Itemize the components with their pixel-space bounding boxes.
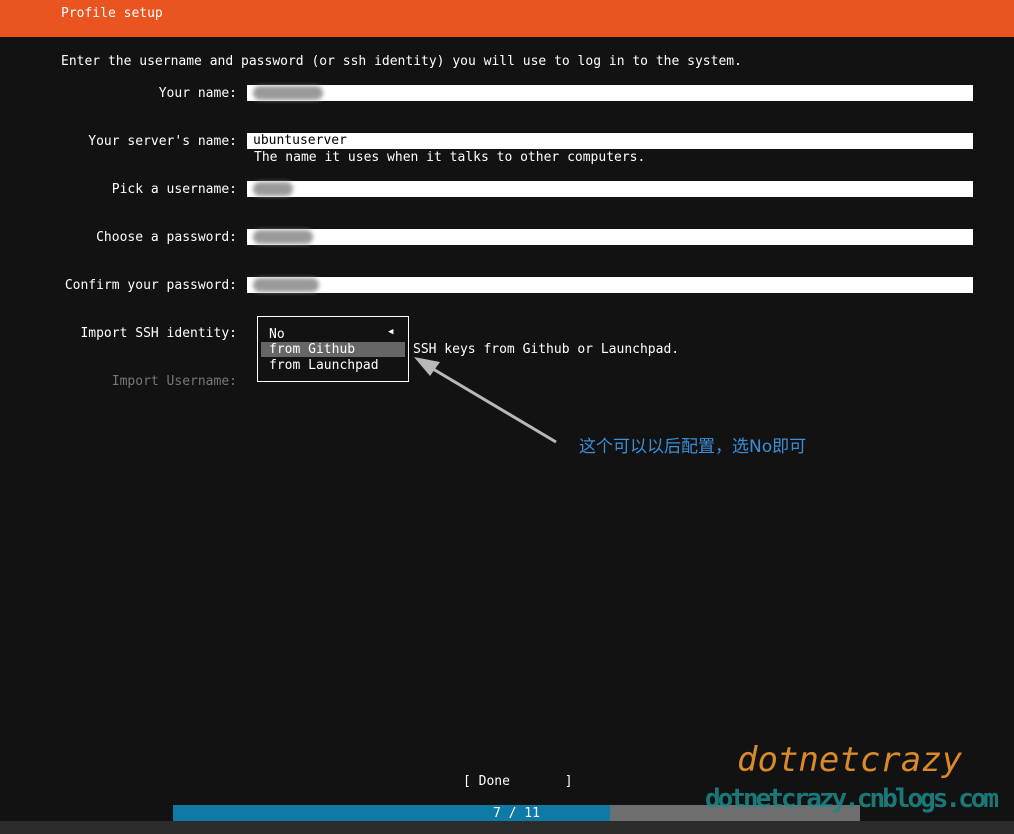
footer bbox=[0, 821, 1014, 834]
progress-text: 7 / 11 bbox=[493, 806, 540, 821]
progress-fill bbox=[173, 805, 610, 821]
done-button[interactable]: [ Done ] bbox=[463, 774, 573, 789]
watermark-name: dotnetcrazy bbox=[737, 740, 963, 780]
annotation-text: 这个可以以后配置，选No即可 bbox=[579, 437, 807, 457]
watermark-url: dotnetcrazy.cnblogs.com bbox=[705, 784, 999, 814]
annotation-arrow-icon bbox=[414, 357, 557, 444]
